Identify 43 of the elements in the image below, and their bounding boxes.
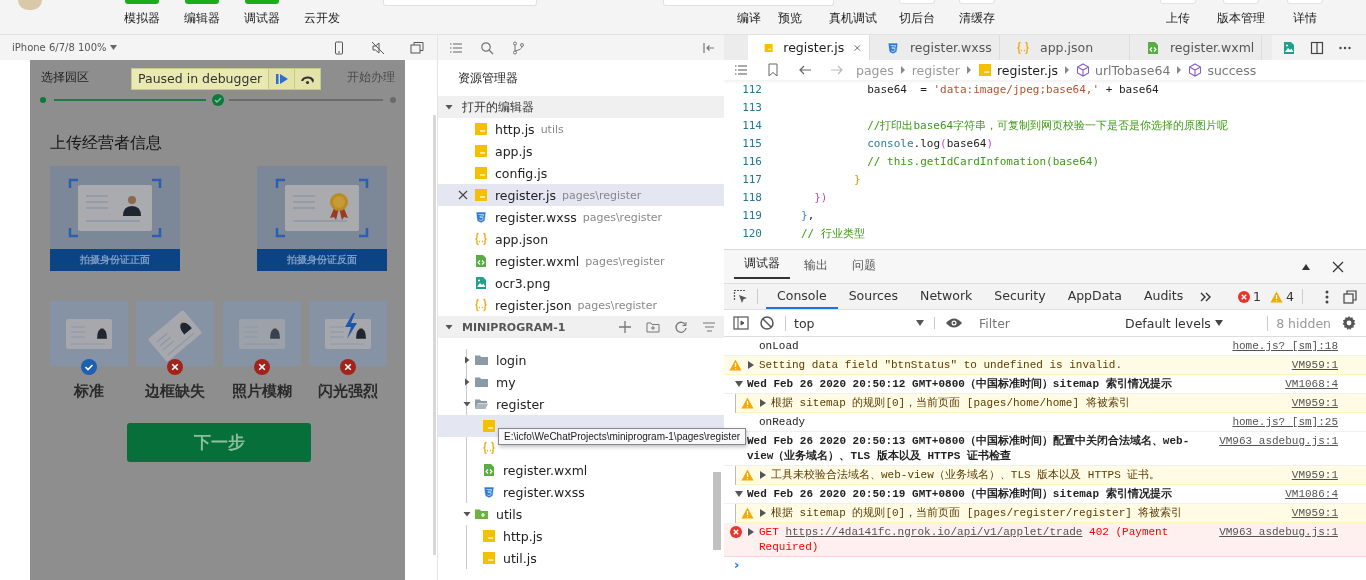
message-text: Setting data field "btnStatus" to undefined is invalid.	[759, 358, 1124, 373]
card-caption: 拍摄身份证正面	[50, 249, 180, 271]
line-number: 120	[741, 226, 763, 240]
warning-count: 4	[1286, 289, 1294, 304]
line-number: 115	[741, 136, 763, 150]
line-number: 119	[741, 208, 763, 222]
message-text: 工具未校验合法域名、web-view（业务域名）、TLS 版本以及 HTTPS 证书。	[771, 468, 1162, 483]
line-number: 117	[741, 172, 763, 186]
sample-label: 闪光强烈	[318, 382, 378, 401]
line-number: 114	[741, 118, 763, 132]
line-number: 118	[741, 190, 763, 204]
prompt-caret: ›	[733, 557, 741, 572]
message-text: 根据 sitemap 的规则[0]，当前页面 [pages/home/home] 将被索引	[771, 396, 1131, 411]
message-text: onReady	[759, 415, 807, 430]
code-line: //打印出base64字符串，可复制到网页校验一下是否是你选择的原图片呢	[866, 117, 1229, 133]
sample-label: 边框缺失	[145, 382, 206, 401]
code-line: console.log(base64)	[866, 136, 994, 150]
error-count: 1	[1253, 289, 1262, 304]
code-line: },	[800, 208, 815, 222]
line-number: 112	[741, 82, 763, 96]
step-label: 选择园区	[41, 69, 89, 86]
code-line: // 行业类型	[800, 225, 865, 241]
panel-title: 资源管理器	[458, 69, 518, 87]
code-line: })	[813, 190, 828, 204]
section-heading: 上传经营者信息	[50, 133, 163, 154]
banner-text: Paused in debugger	[137, 70, 264, 88]
message-text: GET https://4da141fc.ngrok.io/api/v1/applet/trade 402 (Payment Required)	[759, 525, 1170, 555]
message-text: Wed Feb 26 2020 20:50:12 GMT+0800（中国标准时间）sitemap 索引情况提示	[747, 377, 1173, 392]
code-line: // this.getIdCardInfomation(base64)	[866, 154, 1099, 168]
path-tooltip: E:\icfo\WeChatProjects\miniprogram-1\pages\register	[498, 428, 747, 445]
sample-label: 照片模糊	[231, 382, 292, 401]
card-caption: 拍摄身份证反面	[257, 249, 387, 271]
message-text: Wed Feb 26 2020 20:50:13 GMT+0800（中国标准时间）配置中关闭合法域名、web-view（业务域名）、TLS 版本以及 HTTPS 证书检查	[747, 434, 1191, 464]
message-text: 根据 sitemap 的规则[0]，当前页面 [pages/register/register] 将被索引	[771, 506, 1184, 521]
message-text: Wed Feb 26 2020 20:50:19 GMT+0800（中国标准时间）sitemap 索引情况提示	[747, 487, 1173, 502]
code-line: }	[852, 172, 861, 186]
line-number: 116	[741, 154, 763, 168]
hidden-count: 8 hidden	[1267, 315, 1331, 331]
code-line: base64 = 'data:image/jpeg;base64,' + base64	[866, 82, 1159, 96]
sample-label: 标准	[74, 382, 104, 401]
message-text: onLoad	[759, 339, 800, 354]
line-number: 113	[741, 100, 763, 114]
step-label: 开始办理	[347, 69, 395, 86]
